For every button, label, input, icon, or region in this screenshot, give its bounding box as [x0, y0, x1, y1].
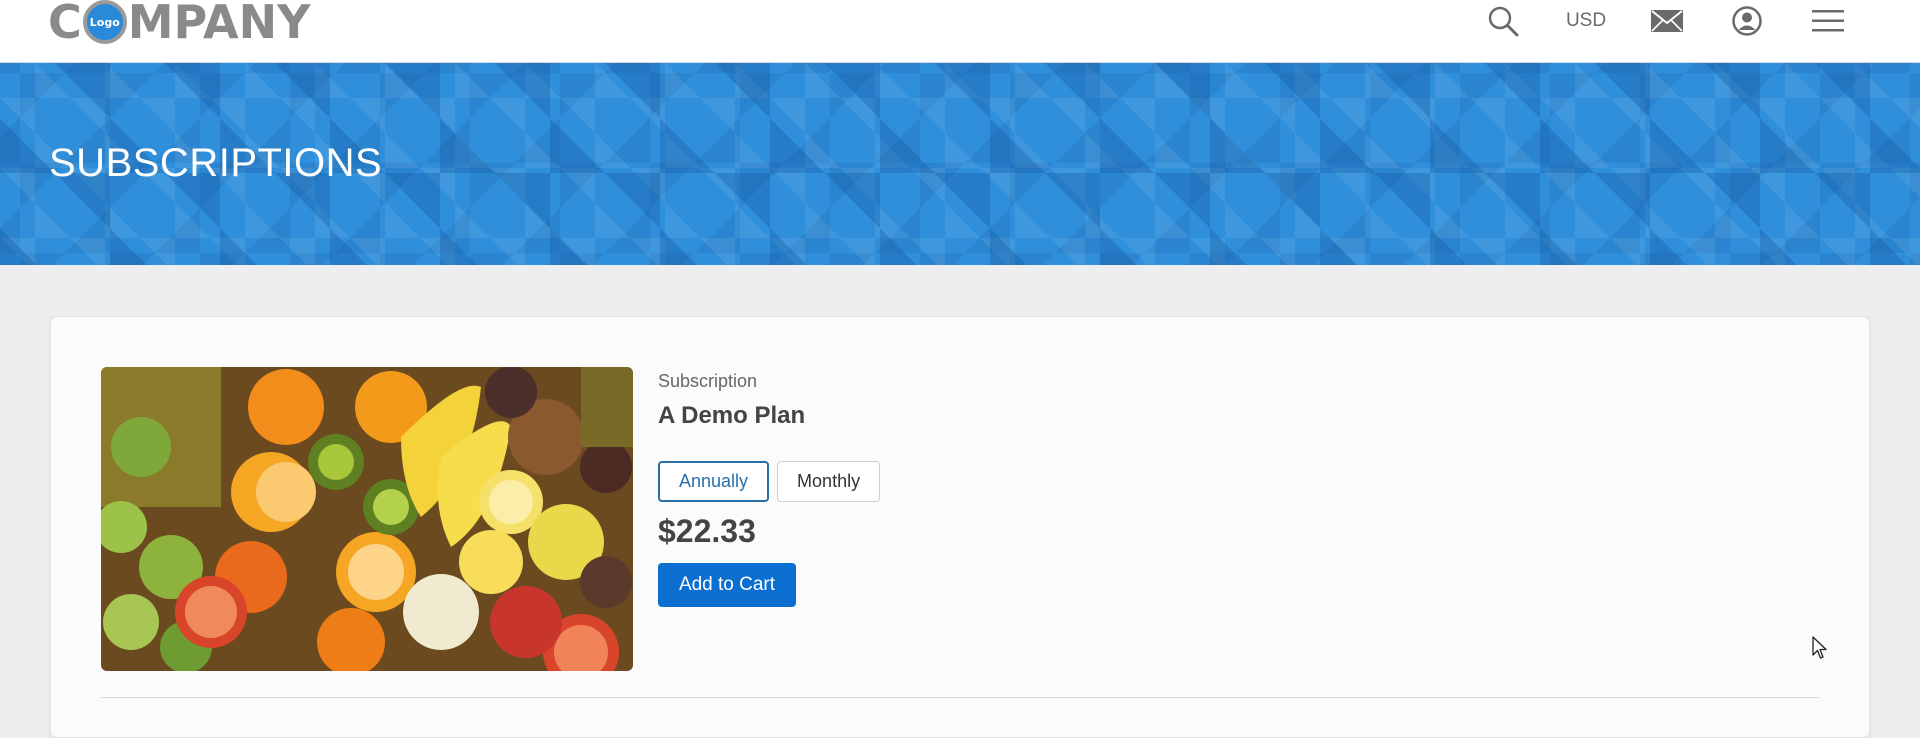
menu-button[interactable]	[1811, 4, 1845, 38]
menu-icon	[1812, 10, 1844, 32]
add-to-cart-button[interactable]: Add to Cart	[658, 563, 796, 607]
mail-icon	[1651, 10, 1683, 32]
billing-option-annually[interactable]: Annually	[658, 461, 770, 502]
currency-selector[interactable]: USD	[1563, 4, 1609, 38]
hero-banner: SUBSCRIPTIONS	[0, 63, 1920, 265]
product-name: A Demo Plan	[658, 402, 806, 429]
billing-option-monthly[interactable]: Monthly	[777, 461, 881, 502]
billing-period-selector: Annually Monthly	[658, 461, 881, 502]
product-card: Subscription A Demo Plan Annually Monthl…	[50, 316, 1870, 738]
account-icon	[1732, 6, 1762, 36]
logo-text-suffix: MPANY	[127, 0, 311, 49]
product-category: Subscription	[658, 371, 758, 391]
account-button[interactable]	[1730, 4, 1764, 38]
fruit-assortment-image	[101, 367, 633, 671]
logo-badge: Logo	[82, 0, 127, 44]
product-image[interactable]	[101, 367, 633, 671]
search-button[interactable]	[1485, 4, 1521, 38]
site-header: C Logo MPANY USD	[0, 0, 1920, 63]
card-divider	[101, 697, 1819, 698]
company-logo[interactable]: C Logo MPANY	[48, 0, 310, 52]
page-title: SUBSCRIPTIONS	[49, 141, 383, 185]
search-icon	[1488, 6, 1519, 37]
mouse-cursor-icon	[1812, 636, 1827, 659]
logo-text-prefix: C	[48, 0, 82, 49]
product-price: $22.33	[658, 513, 756, 549]
mail-button[interactable]	[1650, 4, 1684, 38]
